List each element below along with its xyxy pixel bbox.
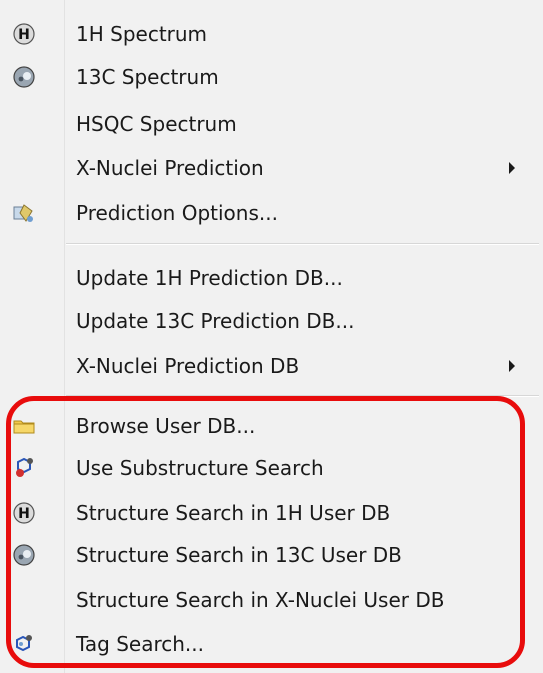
context-menu: H 1H Spectrum 13C Spectrum HSQC Spectrum… [0, 0, 543, 673]
tag-search-icon [12, 632, 36, 656]
menu-item-tag-search[interactable]: Tag Search... [0, 624, 543, 664]
menu-item-x-nuclei-prediction[interactable]: X-Nuclei Prediction [0, 148, 543, 188]
menu-item-structure-search-13c[interactable]: Structure Search in 13C User DB [0, 535, 543, 575]
menu-item-label: Structure Search in 1H User DB [76, 501, 391, 525]
menu-item-label: 13C Spectrum [76, 65, 219, 89]
menu-item-label: Prediction Options... [76, 201, 278, 225]
h-nucleus-icon: H [12, 22, 36, 46]
menu-item-label: Browse User DB... [76, 414, 256, 438]
menu-item-structure-search-x-nuclei[interactable]: Structure Search in X-Nuclei User DB [0, 580, 543, 620]
submenu-arrow-icon [509, 162, 515, 174]
prediction-options-icon [12, 201, 36, 225]
c-nucleus-icon [12, 543, 36, 567]
menu-item-label: Use Substructure Search [76, 456, 324, 480]
folder-icon [12, 414, 36, 438]
c-nucleus-icon [12, 65, 36, 89]
menu-item-prediction-options[interactable]: Prediction Options... [0, 193, 543, 233]
menu-item-label: HSQC Spectrum [76, 112, 237, 136]
menu-separator [66, 243, 539, 245]
svg-text:H: H [18, 27, 30, 43]
menu-item-structure-search-1h[interactable]: H Structure Search in 1H User DB [0, 493, 543, 533]
menu-item-x-nuclei-prediction-db[interactable]: X-Nuclei Prediction DB [0, 346, 543, 386]
menu-item-label: Structure Search in 13C User DB [76, 543, 402, 567]
menu-item-label: Tag Search... [76, 632, 204, 656]
h-nucleus-icon: H [12, 501, 36, 525]
svg-text:H: H [18, 506, 30, 522]
menu-item-1h-spectrum[interactable]: H 1H Spectrum [0, 14, 543, 54]
menu-separator [66, 395, 539, 397]
menu-item-use-substructure-search[interactable]: Use Substructure Search [0, 448, 543, 488]
menu-item-label: X-Nuclei Prediction [76, 156, 264, 180]
menu-item-label: 1H Spectrum [76, 22, 208, 46]
substructure-icon [12, 456, 36, 480]
submenu-arrow-icon [509, 360, 515, 372]
menu-item-label: Update 13C Prediction DB... [76, 309, 355, 333]
menu-item-13c-spectrum[interactable]: 13C Spectrum [0, 57, 543, 97]
menu-item-update-13c-prediction-db[interactable]: Update 13C Prediction DB... [0, 301, 543, 341]
menu-item-label: Update 1H Prediction DB... [76, 266, 343, 290]
menu-item-update-1h-prediction-db[interactable]: Update 1H Prediction DB... [0, 258, 543, 298]
menu-item-label: Structure Search in X-Nuclei User DB [76, 588, 445, 612]
menu-item-browse-user-db[interactable]: Browse User DB... [0, 406, 543, 446]
menu-item-label: X-Nuclei Prediction DB [76, 354, 300, 378]
menu-item-hsqc-spectrum[interactable]: HSQC Spectrum [0, 104, 543, 144]
